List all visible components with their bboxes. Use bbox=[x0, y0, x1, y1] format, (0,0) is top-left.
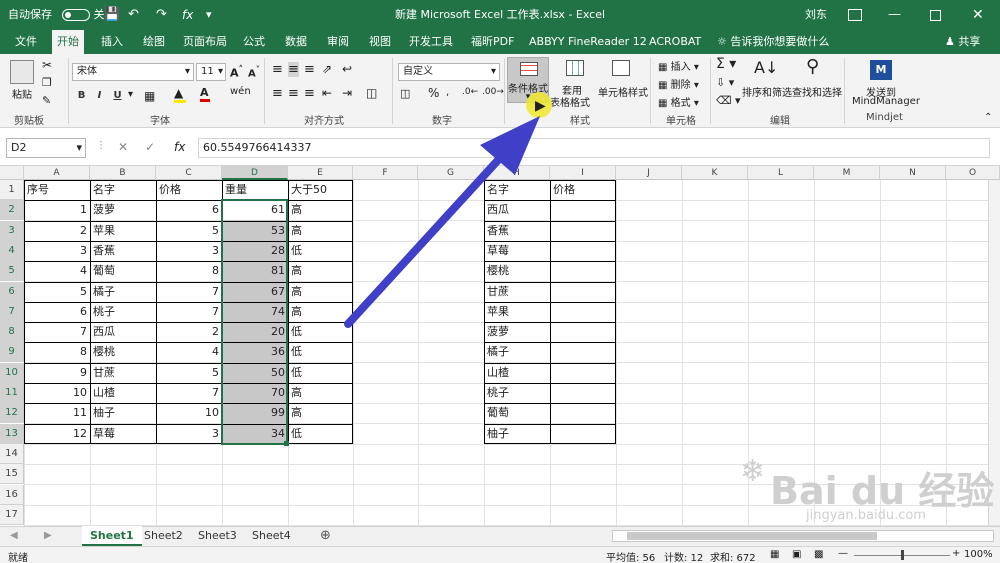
paw-icon: ❄ bbox=[740, 454, 766, 489]
watermark-text: Bai du 经验 bbox=[770, 469, 995, 513]
watermark-url: jingyan.baidu.com bbox=[806, 508, 926, 523]
baidu-watermark: Bai du 经验 bbox=[770, 460, 994, 515]
